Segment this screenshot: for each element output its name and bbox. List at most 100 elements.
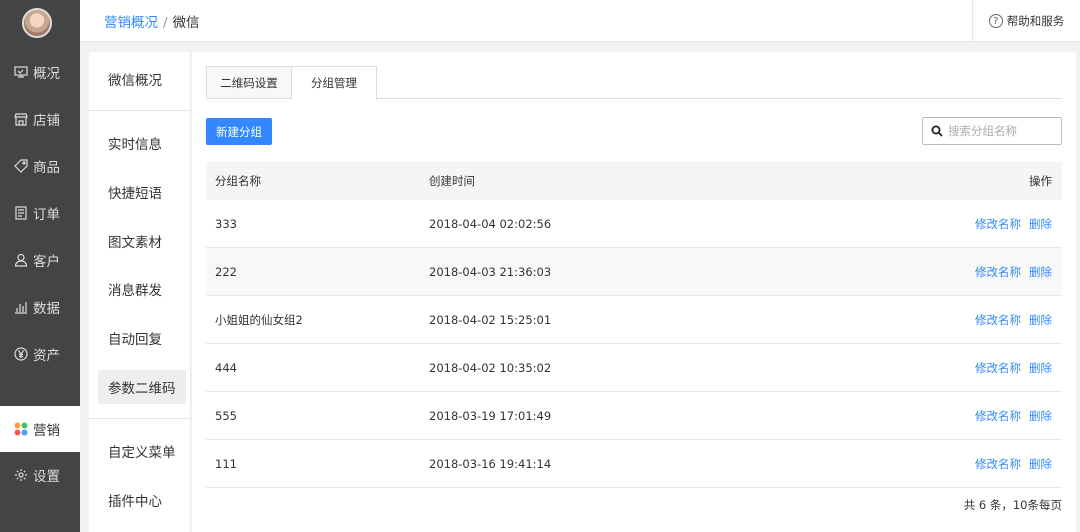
- subnav-item-auto-reply[interactable]: 自动回复: [98, 321, 186, 355]
- cell-group-name: 333: [215, 216, 237, 231]
- nav-label: 资产: [33, 348, 60, 364]
- nav-label: 设置: [33, 469, 60, 485]
- delete-link[interactable]: 删除: [1029, 361, 1052, 375]
- cell-actions: 修改名称 删除: [860, 312, 1062, 328]
- nav-item-overview[interactable]: 概况: [0, 49, 80, 95]
- nav-item-marketing[interactable]: 营销: [0, 406, 80, 452]
- cell-group-name: 111: [215, 456, 237, 471]
- nav-label: 订单: [33, 207, 60, 223]
- avatar[interactable]: [22, 8, 52, 38]
- nav-item-assets[interactable]: 资产: [0, 331, 80, 377]
- cell-created-time: 2018-04-02 10:35:02: [429, 360, 552, 375]
- breadcrumb-parent-link[interactable]: 营销概况: [104, 15, 158, 31]
- delete-link[interactable]: 删除: [1029, 265, 1052, 279]
- cell-group-name: 555: [215, 408, 237, 423]
- overview-icon: [13, 65, 28, 80]
- nav-label: 店铺: [33, 113, 60, 129]
- delete-link[interactable]: 删除: [1029, 409, 1052, 423]
- subnav-item-quick-phrases[interactable]: 快捷短语: [98, 175, 186, 209]
- cell-actions: 修改名称 删除: [860, 456, 1062, 472]
- table-row: 111 2018-03-16 19:41:14 修改名称 删除: [206, 440, 1062, 488]
- nav-label: 营销: [33, 423, 60, 439]
- search-icon: [931, 125, 943, 137]
- rename-link[interactable]: 修改名称: [975, 409, 1021, 423]
- pagination-summary: 共 6 条，10条每页: [963, 498, 1062, 512]
- cell-actions: 修改名称 删除: [860, 216, 1062, 232]
- nav-item-settings[interactable]: 设置: [0, 452, 80, 498]
- column-header-time: 创建时间: [429, 174, 475, 188]
- cell-actions: 修改名称 删除: [860, 264, 1062, 280]
- subnav-item-broadcast[interactable]: 消息群发: [98, 272, 186, 306]
- question-icon: ?: [988, 14, 1003, 28]
- cell-created-time: 2018-03-19 17:01:49: [429, 408, 552, 423]
- rename-link[interactable]: 修改名称: [975, 361, 1021, 375]
- subnav-item-custom-menu[interactable]: 自定义菜单: [98, 434, 186, 468]
- table-row: 小姐姐的仙女组2 2018-04-02 15:25:01 修改名称 删除: [206, 296, 1062, 344]
- cell-created-time: 2018-04-03 21:36:03: [429, 264, 552, 279]
- subnav-divider: [89, 110, 191, 111]
- subnav-item-wechat-overview[interactable]: 微信概况: [98, 62, 186, 96]
- new-group-button[interactable]: 新建分组: [206, 118, 272, 145]
- cell-actions: 修改名称 删除: [860, 408, 1062, 424]
- cell-actions: 修改名称 删除: [860, 360, 1062, 376]
- table-row: 333 2018-04-04 02:02:56 修改名称 删除: [206, 200, 1062, 248]
- gear-icon: [13, 468, 28, 483]
- subnav-divider: [89, 418, 191, 419]
- breadcrumb-current: 微信: [172, 15, 200, 31]
- rename-link[interactable]: 修改名称: [975, 217, 1021, 231]
- chart-icon: [13, 300, 28, 315]
- nav-item-goods[interactable]: 商品: [0, 143, 80, 189]
- cell-group-name: 小姐姐的仙女组2: [215, 312, 303, 327]
- nav-label: 概况: [33, 66, 60, 82]
- nav-label: 客户: [33, 254, 60, 270]
- rename-link[interactable]: 修改名称: [975, 457, 1021, 471]
- tab-bar: 二维码设置 分组管理: [206, 66, 1062, 100]
- subnav-label: 参数二维码: [108, 381, 176, 397]
- tag-icon: [13, 159, 28, 174]
- subnav-item-param-qrcode[interactable]: 参数二维码: [98, 370, 186, 404]
- delete-link[interactable]: 删除: [1029, 313, 1052, 327]
- nav-item-shop[interactable]: 店铺: [0, 96, 80, 142]
- breadcrumb: 营销概况 / 微信: [104, 11, 200, 31]
- main-content: 二维码设置 分组管理 新建分组 分组名称 创建时间 操作 333 2018-04…: [192, 52, 1076, 532]
- wechat-sidebar: 微信概况 实时信息 快捷短语 图文素材 消息群发 自动回复 参数二维码 自定义菜…: [89, 52, 191, 532]
- order-icon: [13, 206, 28, 221]
- rename-link[interactable]: 修改名称: [975, 265, 1021, 279]
- subnav-label: 自动回复: [108, 332, 162, 348]
- tab-qrcode-settings[interactable]: 二维码设置: [206, 66, 292, 99]
- cell-created-time: 2018-04-04 02:02:56: [429, 216, 552, 231]
- nav-label: 商品: [33, 160, 60, 176]
- help-button[interactable]: ? 帮助和服务: [972, 0, 1080, 42]
- subnav-item-materials[interactable]: 图文素材: [98, 224, 186, 258]
- nav-item-customers[interactable]: 客户: [0, 237, 80, 283]
- subnav-label: 消息群发: [108, 283, 162, 299]
- tab-group-management[interactable]: 分组管理: [291, 66, 377, 100]
- subnav-label: 图文素材: [108, 235, 162, 251]
- subnav-item-realtime[interactable]: 实时信息: [98, 126, 186, 160]
- delete-link[interactable]: 删除: [1029, 217, 1052, 231]
- column-header-actions: 操作: [1029, 174, 1052, 188]
- help-label: 帮助和服务: [1006, 14, 1065, 28]
- top-header: 营销概况 / 微信 ? 帮助和服务: [80, 0, 1080, 42]
- rename-link[interactable]: 修改名称: [975, 313, 1021, 327]
- tab-label: 分组管理: [311, 76, 357, 90]
- yuan-icon: [13, 347, 28, 362]
- cell-group-name: 222: [215, 264, 237, 279]
- table-header: 分组名称 创建时间 操作: [206, 162, 1062, 200]
- subnav-label: 快捷短语: [108, 186, 162, 202]
- search-input[interactable]: [948, 124, 1058, 138]
- shop-icon: [13, 112, 28, 127]
- delete-link[interactable]: 删除: [1029, 457, 1052, 471]
- cell-created-time: 2018-04-02 15:25:01: [429, 312, 552, 327]
- column-header-name: 分组名称: [215, 174, 261, 188]
- subnav-label: 微信概况: [108, 73, 162, 89]
- subnav-item-plugins[interactable]: 插件中心: [98, 483, 186, 517]
- tab-label: 二维码设置: [220, 75, 278, 90]
- group-table: 分组名称 创建时间 操作 333 2018-04-04 02:02:56 修改名…: [206, 162, 1062, 488]
- nav-label: 数据: [33, 301, 60, 317]
- nav-item-orders[interactable]: 订单: [0, 190, 80, 236]
- subnav-label: 自定义菜单: [108, 445, 176, 461]
- cell-group-name: 444: [215, 360, 237, 375]
- subnav-label: 插件中心: [108, 494, 162, 510]
- nav-item-data[interactable]: 数据: [0, 284, 80, 330]
